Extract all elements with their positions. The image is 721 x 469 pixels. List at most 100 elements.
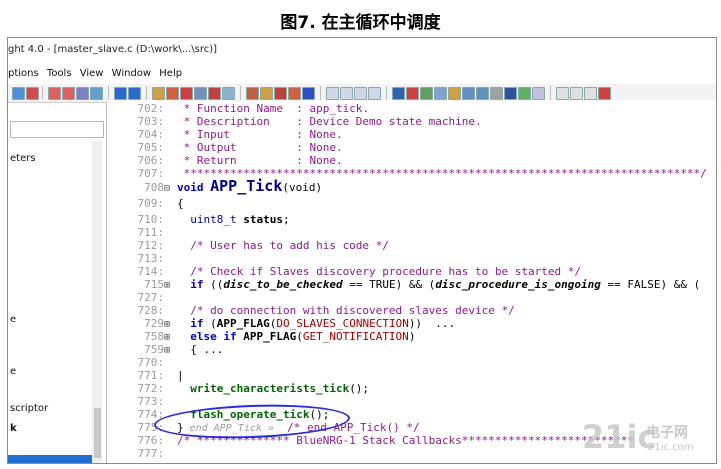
symbol-icon[interactable] — [194, 87, 207, 100]
panel-icon[interactable] — [354, 87, 367, 100]
split-icon[interactable] — [340, 87, 353, 100]
outline-icon[interactable] — [420, 87, 433, 100]
code-line[interactable]: 706: * Return : None. — [108, 154, 343, 167]
line-number: 712: — [137, 239, 165, 252]
back-icon[interactable] — [114, 87, 127, 100]
sidebar-search-input[interactable] — [10, 121, 104, 138]
code-token: if — [177, 317, 211, 330]
code-line[interactable]: 729⊞ if (APP_FLAG(DO_SLAVES_CONNECTION))… — [108, 317, 455, 330]
open-icon[interactable] — [260, 87, 273, 100]
check-icon[interactable] — [504, 87, 517, 100]
line-number: 727: — [137, 291, 165, 304]
project-icon[interactable] — [246, 87, 259, 100]
close-icon[interactable] — [598, 87, 611, 100]
code-line[interactable]: 770: — [108, 356, 177, 369]
code-line[interactable]: 704: * Input : None. — [108, 128, 343, 141]
code-line[interactable]: 709: { — [108, 197, 184, 210]
clip-icon[interactable] — [462, 87, 475, 100]
file-icon[interactable] — [152, 87, 165, 100]
code-line[interactable]: 713: — [108, 252, 177, 265]
folder-icon[interactable] — [448, 87, 461, 100]
view-icon[interactable] — [476, 87, 489, 100]
history-icon[interactable] — [490, 87, 503, 100]
info-icon[interactable] — [392, 87, 405, 100]
sidebar-item[interactable]: e — [10, 366, 16, 377]
line-number: 729 — [144, 317, 164, 330]
layout-icon[interactable] — [326, 87, 339, 100]
menu-window[interactable]: Window — [112, 68, 151, 79]
tile-icon[interactable] — [368, 87, 381, 100]
code-line[interactable]: 773: — [108, 395, 177, 408]
jump-icon[interactable] — [166, 87, 179, 100]
menu-view[interactable]: View — [80, 68, 104, 79]
list-icon[interactable] — [434, 87, 447, 100]
search-icon[interactable] — [222, 87, 235, 100]
book-icon[interactable] — [274, 87, 287, 100]
zoom-icon[interactable] — [556, 87, 569, 100]
code-token: ) — [408, 330, 416, 343]
code-token: (void) — [282, 181, 323, 194]
code-line[interactable]: 727: — [108, 291, 177, 304]
tree-icon[interactable] — [518, 87, 531, 100]
code-line[interactable]: 772: write_characterists_tick(); — [108, 382, 370, 395]
menu-bar: ptions Tools View Window Help — [8, 68, 716, 84]
code-token: { ... — [177, 343, 224, 356]
line-number: 774: — [137, 408, 165, 421]
expand-icon[interactable] — [570, 87, 583, 100]
window-icon[interactable] — [90, 87, 103, 100]
code-token: uint8_t — [177, 213, 244, 226]
sidebar-scroll-thumb[interactable] — [94, 408, 101, 458]
grid-icon[interactable] — [532, 87, 545, 100]
line-number: 702: — [137, 102, 165, 115]
context-icon[interactable] — [406, 87, 419, 100]
bookmark-next-icon[interactable] — [62, 87, 75, 100]
code-line[interactable]: 702: * Function Name : app_tick. — [108, 102, 370, 115]
code-line[interactable]: 710: uint8_t status; — [108, 213, 290, 226]
menu-tools[interactable]: Tools — [47, 68, 72, 79]
line-number: 713: — [137, 252, 165, 265]
code-line[interactable]: 705: * Output : None. — [108, 141, 343, 154]
watermark-small: 21ic.com — [648, 442, 694, 453]
sync-icon[interactable] — [288, 87, 301, 100]
code-token: (); — [349, 382, 370, 395]
code-token: /* do connection with discovered slaves … — [177, 304, 515, 317]
bookmark-list-icon[interactable] — [76, 87, 89, 100]
redo-icon[interactable] — [26, 87, 39, 100]
line-number: 776: — [137, 434, 165, 447]
code-line[interactable]: 715⊞ if ((disc_to_be_checked == TRUE) &&… — [108, 278, 700, 291]
collapse-icon[interactable] — [584, 87, 597, 100]
sidebar-item[interactable]: k — [10, 423, 17, 434]
line-number: 704: — [137, 128, 165, 141]
code-line[interactable]: 728: /* do connection with discovered sl… — [108, 304, 515, 317]
forward-icon[interactable] — [128, 87, 141, 100]
sidebar-item[interactable]: eters — [10, 153, 36, 164]
code-token: * Input : None. — [177, 128, 343, 141]
code-line[interactable]: 759⊞ { ... — [108, 343, 223, 356]
replace-icon[interactable] — [208, 87, 221, 100]
line-number: 770: — [137, 356, 165, 369]
fold-toggle-icon[interactable]: ⊟ — [164, 182, 177, 195]
code-line[interactable]: 711: — [108, 226, 177, 239]
sidebar-item[interactable]: scriptor — [10, 403, 48, 414]
code-line[interactable]: 777: — [108, 447, 177, 460]
code-token: /* Check if Slaves discovery procedure h… — [177, 265, 581, 278]
code-line[interactable]: 714: /* Check if Slaves discovery proced… — [108, 265, 581, 278]
code-token: APP_FLAG — [243, 330, 297, 343]
line-number: 706: — [137, 154, 165, 167]
line-number: 773: — [137, 395, 165, 408]
code-line[interactable]: 703: * Description : Device Demo state m… — [108, 115, 482, 128]
code-line[interactable]: 708⊟ void APP_Tick(void) — [108, 179, 323, 195]
menu-options[interactable]: ptions — [8, 68, 39, 79]
undo-icon[interactable] — [12, 87, 25, 100]
code-line[interactable]: 707: ***********************************… — [108, 167, 707, 180]
code-line[interactable]: 758⊞ else if APP_FLAG(GET_NOTIFICATION) — [108, 330, 415, 343]
sidebar-item[interactable]: e — [10, 314, 16, 325]
code-line[interactable]: 712: /* User has to add his code */ — [108, 239, 389, 252]
line-number: 758 — [144, 330, 164, 343]
menu-help[interactable]: Help — [159, 68, 182, 79]
lookup-icon[interactable] — [180, 87, 193, 100]
bookmark-icon[interactable] — [48, 87, 61, 100]
relation-icon[interactable] — [302, 87, 315, 100]
code-token: * Output : None. — [177, 141, 343, 154]
code-line[interactable]: 771: | — [108, 369, 184, 382]
